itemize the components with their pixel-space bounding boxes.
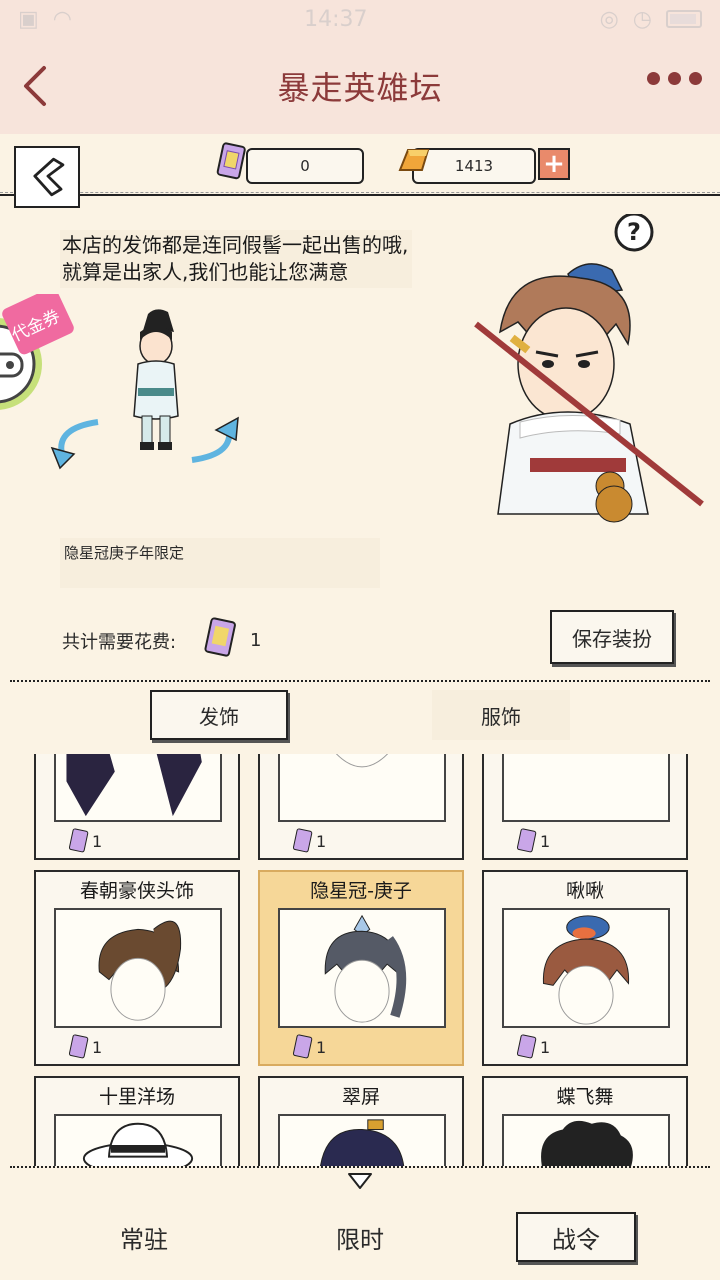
- item-image: [54, 1114, 222, 1166]
- coupon-side-tab[interactable]: 代金券: [0, 294, 80, 424]
- item-card[interactable]: 翠屏: [258, 1076, 464, 1166]
- save-outfit-button[interactable]: 保存装扮: [550, 610, 674, 664]
- character-portrait: ?: [474, 214, 704, 523]
- gold-count: 1413: [454, 157, 494, 175]
- item-image: [54, 908, 222, 1028]
- ticket-icon: [292, 828, 313, 853]
- item-name: 翠屏: [341, 1086, 380, 1108]
- total-cost-value: 1: [250, 630, 262, 651]
- cost-ticket-icon: [204, 617, 236, 657]
- item-image: [502, 754, 670, 822]
- item-name: 啾啾: [565, 880, 604, 902]
- ticket-icon: [292, 1034, 313, 1059]
- wifi-icon: ◠: [52, 6, 72, 32]
- item-card[interactable]: 春朝豪侠头饰 1: [34, 870, 240, 1066]
- app-bar: 暴走英雄坛: [0, 38, 720, 134]
- item-name: 隐星冠-庚子: [310, 880, 412, 902]
- item-image: [502, 908, 670, 1028]
- total-cost-label: 共计需要花费:: [62, 632, 177, 653]
- tab-clothing[interactable]: 服饰: [432, 690, 570, 740]
- item-card-selected[interactable]: 隐星冠-庚子 1: [258, 870, 464, 1066]
- item-card[interactable]: 1: [482, 754, 688, 860]
- add-gold-button[interactable]: +: [538, 148, 570, 180]
- selected-item-name: 隐星冠庚子年限定: [60, 538, 380, 588]
- ticket-icon: [516, 828, 537, 853]
- tab-regular[interactable]: 常驻: [84, 1212, 204, 1262]
- section-divider: [10, 680, 710, 682]
- battery-icon: [666, 10, 702, 28]
- item-price: 1: [292, 828, 326, 854]
- item-price: 1: [68, 1034, 102, 1060]
- svg-text:?: ?: [627, 218, 641, 246]
- item-card[interactable]: 1: [34, 754, 240, 860]
- shopkeeper-dialogue: 本店的发饰都是连同假髻一起出售的哦,就算是出家人,我们也能让您满意: [60, 230, 412, 288]
- more-options-icon[interactable]: [647, 72, 702, 85]
- item-image: [278, 908, 446, 1028]
- bottom-tab-bar: 常驻 限时 战令: [0, 1166, 720, 1280]
- item-price: 1: [516, 1034, 550, 1060]
- ticket-balance: 0: [246, 148, 364, 184]
- back-arrow-icon[interactable]: [16, 62, 56, 110]
- alarm-icon: ◷: [632, 6, 652, 32]
- item-price: 1: [292, 1034, 326, 1060]
- ticket-icon: [516, 1034, 537, 1059]
- item-name: 春朝豪侠头饰: [79, 880, 194, 902]
- header-divider: [0, 194, 720, 196]
- tab-battle-pass[interactable]: 战令: [516, 1212, 636, 1262]
- tab-limited[interactable]: 限时: [300, 1212, 420, 1262]
- item-price: 1: [516, 828, 550, 854]
- rotate-right-icon[interactable]: [178, 412, 242, 468]
- item-name: 十里洋场: [98, 1086, 175, 1108]
- item-card[interactable]: 1: [258, 754, 464, 860]
- back-swirl-icon: [33, 157, 65, 197]
- ticket-icon: [68, 1034, 89, 1059]
- item-name: 蝶飞舞: [556, 1086, 614, 1108]
- tab-hair-accessories[interactable]: 发饰: [150, 690, 288, 740]
- item-image: [278, 754, 446, 822]
- game-back-button[interactable]: [14, 146, 80, 208]
- headset-icon: ◎: [599, 6, 619, 32]
- shop-screen: 0 1413 + 本店的发饰都是连同假髻一起出售的哦,就算是出家人,我们也能让您…: [0, 134, 720, 1280]
- item-card[interactable]: 蝶飞舞: [482, 1076, 688, 1166]
- item-card[interactable]: 啾啾 1: [482, 870, 688, 1066]
- scroll-down-arrow-icon[interactable]: [347, 1172, 373, 1190]
- ticket-count: 0: [300, 157, 310, 175]
- status-bar: ▣ ◠ 14:37 ◎ ◷: [0, 0, 720, 38]
- rotate-left-icon[interactable]: [48, 414, 112, 470]
- ticket-icon: [216, 142, 246, 180]
- app-title: 暴走英雄坛: [277, 69, 443, 107]
- item-image: [278, 1114, 446, 1166]
- ticket-icon: [68, 828, 89, 853]
- item-image: [502, 1114, 670, 1166]
- gold-ingot-icon: [398, 149, 430, 171]
- item-image: [54, 754, 222, 822]
- item-grid: 1 1 1 春朝豪侠头饰 1 隐星冠-庚子 1 啾啾 1 十里洋场 翠屏 蝶飞舞: [0, 754, 720, 1166]
- item-price: 1: [68, 828, 102, 854]
- item-card[interactable]: 十里洋场: [34, 1076, 240, 1166]
- status-time: 14:37: [304, 6, 368, 32]
- sim-icon: ▣: [18, 6, 39, 32]
